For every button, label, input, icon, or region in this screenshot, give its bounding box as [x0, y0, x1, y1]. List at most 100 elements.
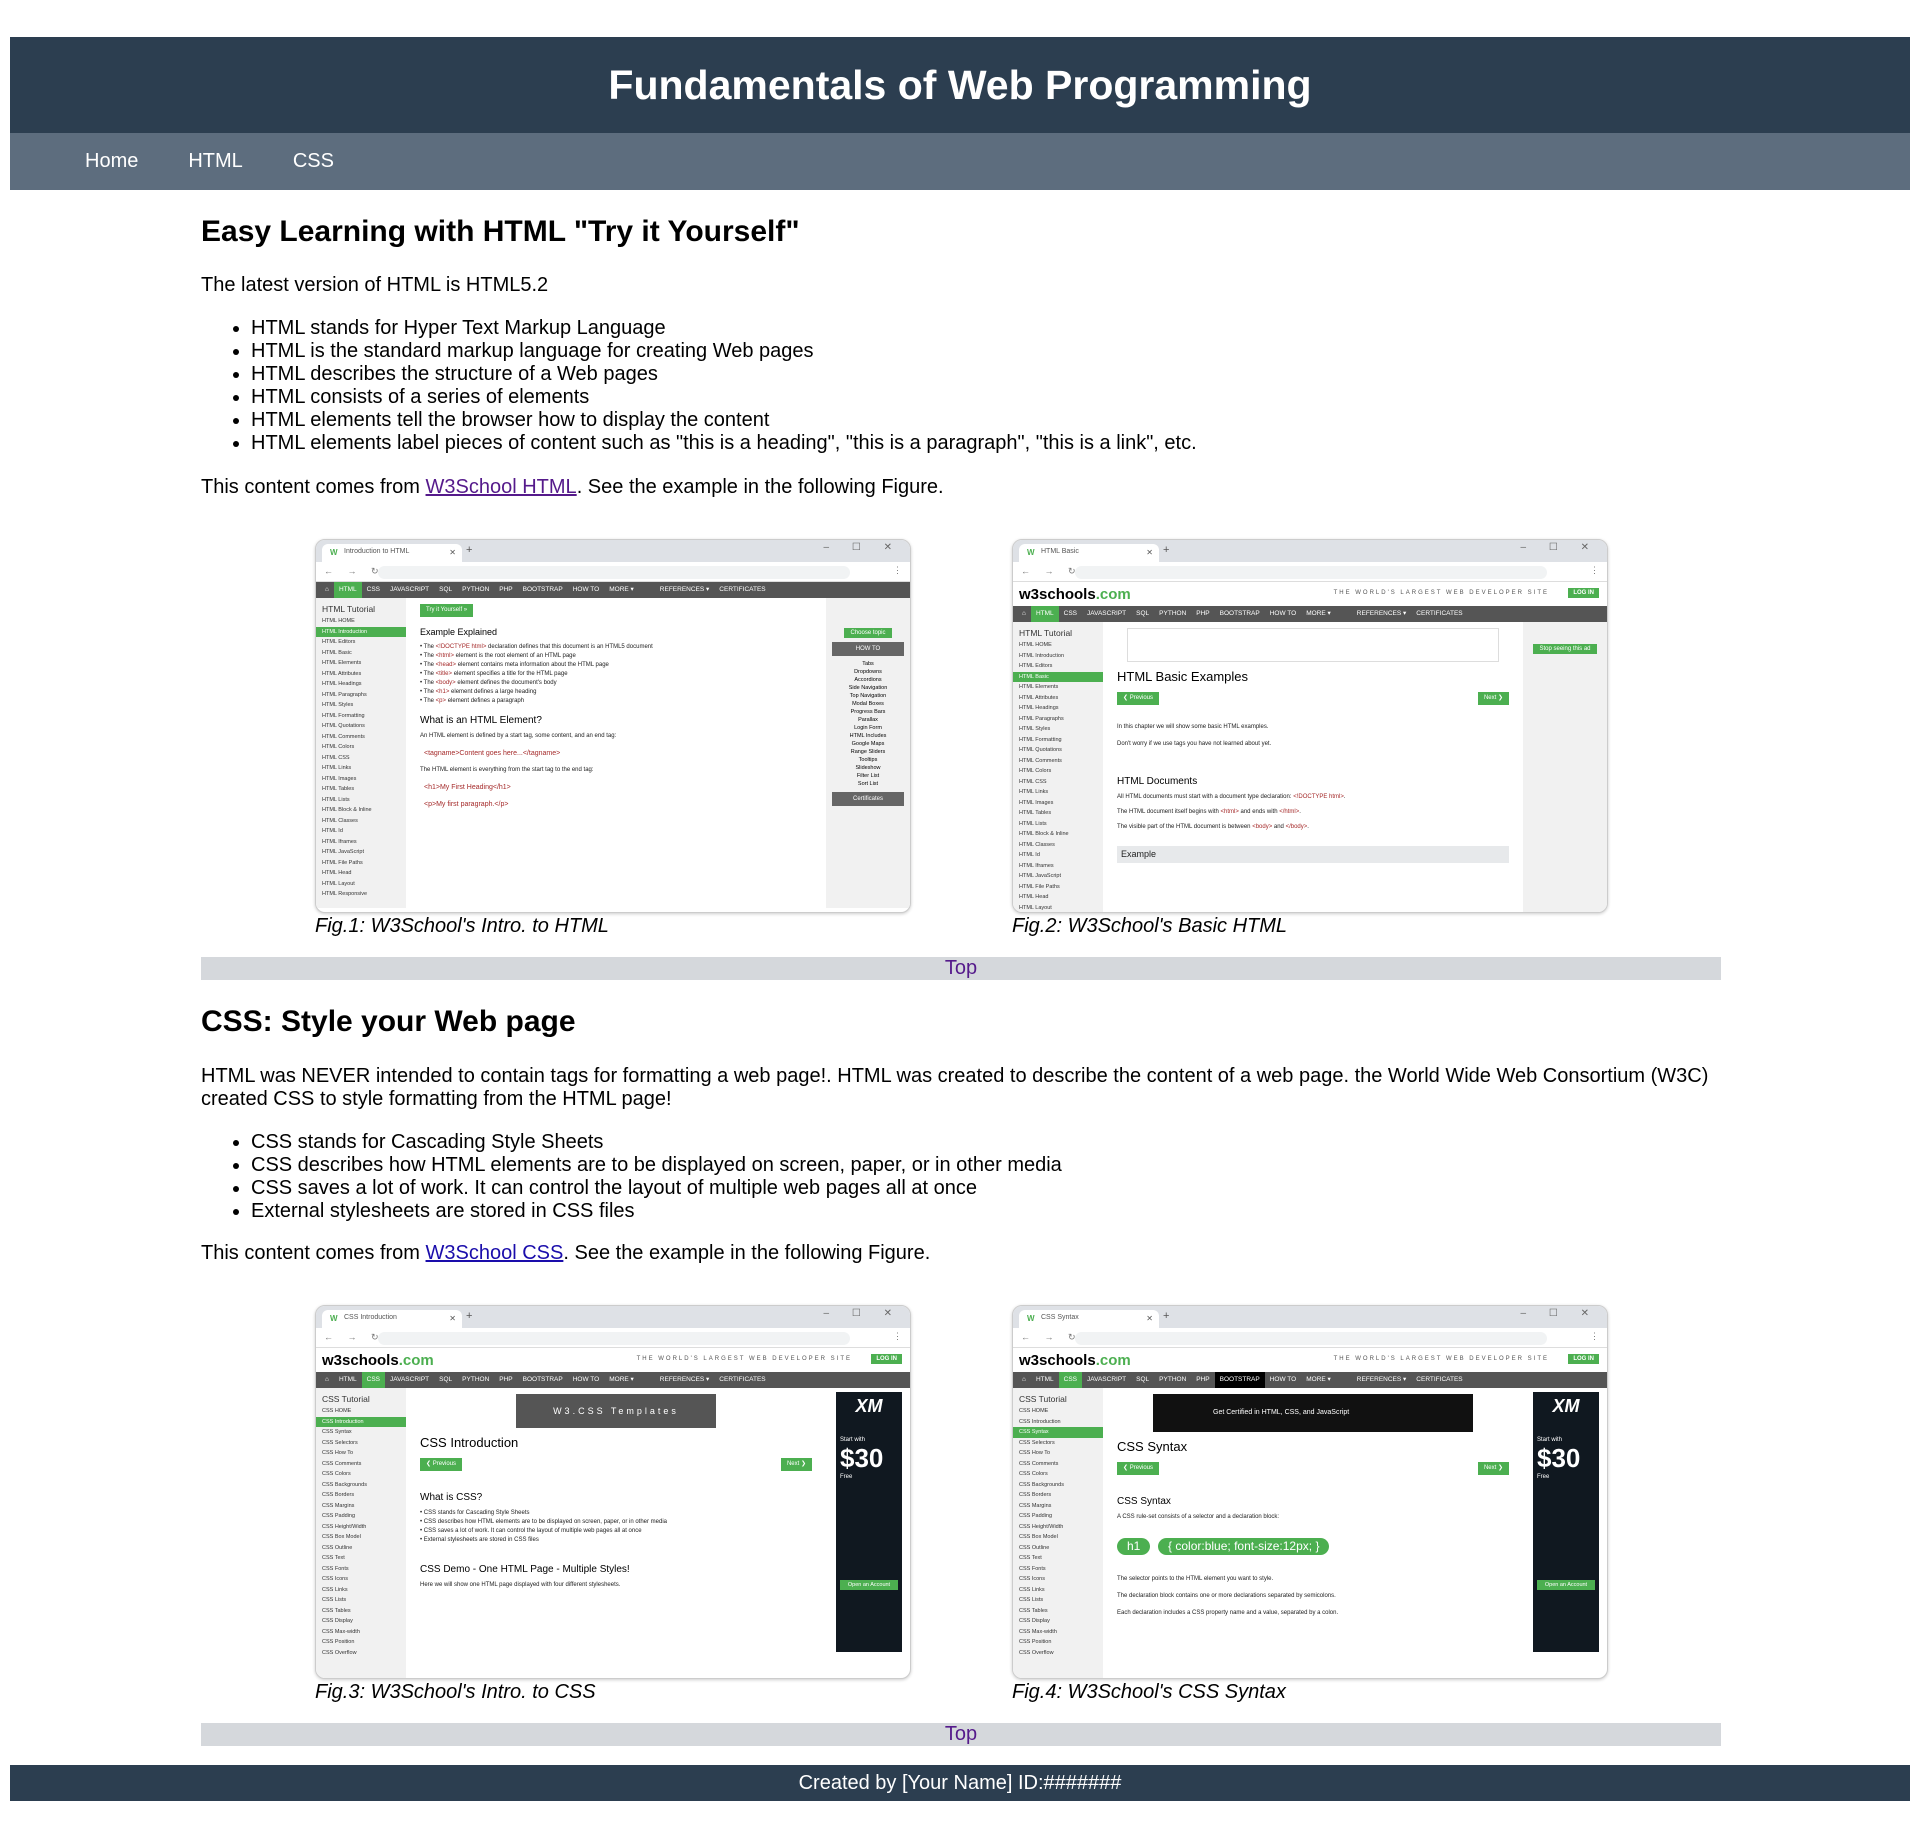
sidebar-item: CSS Max-width [1019, 1628, 1057, 1635]
sidebar-item: CSS How To [1019, 1450, 1051, 1456]
sidebar-item: CSS Max-width [322, 1628, 360, 1635]
css-bullet-list: CSS stands for Cascading Style Sheets CS… [201, 1131, 1062, 1223]
sidebar-item: CSS Tables [1019, 1607, 1048, 1614]
sidebar-item: CSS Backgrounds [322, 1481, 367, 1488]
howto-item: Modal Boxes [852, 701, 884, 707]
sidebar-item: CSS Overflow [1019, 1649, 1054, 1656]
css-intro-text: HTML was NEVER intended to contain tags … [201, 1065, 1709, 1110]
howto-item: Slideshow [855, 765, 881, 771]
sidebar-item: HTML CSS [322, 754, 350, 761]
sidebar-item: HTML Links [1019, 789, 1049, 795]
sidebar-item: CSS Backgrounds [1019, 1481, 1064, 1488]
sidebar-item: CSS Colors [1019, 1471, 1048, 1477]
sidebar-item: CSS HOME [322, 1408, 352, 1414]
sidebar-item: HTML Formatting [1019, 736, 1062, 743]
sidebar-item: CSS How To [322, 1450, 354, 1456]
certificates-box: Certificates [832, 792, 904, 806]
sidebar-item: HTML Paragraphs [322, 691, 367, 698]
source-prefix: This content comes from [201, 476, 426, 498]
nav-css-link[interactable]: CSS [293, 150, 334, 173]
sidebar-item: CSS Comments [1019, 1460, 1059, 1467]
css-source-text: This content comes from W3School CSS. Se… [201, 1242, 930, 1265]
fig1-caption: Fig.1: W3School's Intro. to HTML [315, 915, 609, 937]
howto-item: HTML Includes [849, 733, 887, 739]
source-prefix: This content comes from [201, 1242, 426, 1264]
sidebar-item: HTML Block & Inline [1019, 831, 1069, 837]
sidebar-item: CSS Borders [322, 1492, 355, 1498]
list-item: HTML is the standard markup language for… [251, 340, 1197, 363]
sidebar-item: CSS Fonts [322, 1565, 349, 1572]
w3school-css-link[interactable]: W3School CSS [426, 1242, 564, 1264]
list-item: CSS describes how HTML elements are to b… [251, 1154, 1062, 1177]
howto-item: Sort List [857, 781, 879, 787]
sidebar-item: CSS Display [1019, 1618, 1050, 1624]
sidebar-item: HTML JavaScript [322, 849, 364, 855]
figure-4: W CSS Syntax ✕ + – ☐ ✕ ← → ↻ ⋮ w3schools.com T… [1012, 1305, 1608, 1704]
list-item: External stylesheets are stored in CSS f… [251, 1200, 1062, 1223]
howto-item: Login Form [854, 725, 882, 731]
sidebar-item: CSS Height/Width [1019, 1523, 1064, 1530]
sidebar-item: HTML Comments [1019, 757, 1062, 764]
sidebar-item: CSS Fonts [1019, 1565, 1046, 1572]
nav-html-link[interactable]: HTML [188, 150, 242, 173]
sidebar-item: CSS Height/Width [322, 1523, 367, 1530]
sidebar-item: HTML Layout [322, 880, 355, 887]
sidebar-item: CSS Colors [322, 1471, 351, 1477]
sidebar-item: HTML Introduction [1019, 652, 1065, 659]
sidebar-item: CSS Syntax [1013, 1427, 1103, 1438]
sidebar-item: CSS Padding [322, 1513, 356, 1519]
sidebar-item: HTML Quotations [322, 723, 365, 729]
top-link[interactable]: Top [945, 1723, 977, 1745]
howto-item: Parallax [858, 717, 878, 723]
sidebar-item: CSS Padding [1019, 1513, 1053, 1519]
fig4-screenshot: W CSS Syntax ✕ + – ☐ ✕ ← → ↻ ⋮ w3schools.com T… [1012, 1305, 1608, 1679]
sidebar-item: CSS Introduction [1019, 1418, 1061, 1425]
top-link[interactable]: Top [945, 957, 977, 979]
sidebar-item: HTML Comments [322, 733, 365, 740]
figure-1: W Introduction to HTML ✕ + – ☐ ✕ ← → ↻ ⋮ ⌂ HTM… [315, 539, 911, 938]
figure-2: W HTML Basic ✕ + – ☐ ✕ ← → ↻ ⋮ w3schools.com T… [1012, 539, 1608, 938]
css-section-heading: CSS: Style your Web page [201, 1005, 576, 1038]
sidebar-item: HTML Basic [1013, 671, 1103, 682]
sidebar-item: HTML Links [322, 765, 352, 771]
list-item: HTML elements label pieces of content su… [251, 432, 1197, 455]
howto-item: Dropdowns [854, 669, 882, 675]
sidebar-item: HTML Classes [1019, 841, 1055, 848]
sidebar-item: HTML Basic [322, 649, 352, 656]
list-item: CSS stands for Cascading Style Sheets [251, 1131, 1062, 1154]
list-item: HTML consists of a series of elements [251, 386, 1197, 409]
sidebar-item: CSS Overflow [322, 1649, 357, 1656]
sidebar-item: HTML Id [322, 828, 343, 834]
html-section-heading: Easy Learning with HTML "Try it Yourself… [201, 215, 800, 248]
sidebar-item: HTML HOME [1019, 642, 1052, 648]
fig4-caption: Fig.4: W3School's CSS Syntax [1012, 1681, 1286, 1703]
sidebar-item: CSS Syntax [322, 1429, 352, 1435]
sidebar-item: HTML JavaScript [1019, 873, 1061, 879]
html-source-text: This content comes from W3School HTML. S… [201, 476, 944, 499]
sidebar-item: HTML Colors [322, 744, 355, 750]
sidebar-item: CSS Outline [322, 1544, 353, 1551]
sidebar-item: CSS Text [322, 1555, 345, 1561]
sidebar-item: CSS Introduction [316, 1416, 406, 1427]
sidebar-item: HTML Images [322, 775, 357, 782]
sidebar-item: CSS Box Model [1019, 1534, 1058, 1540]
sidebar-item: CSS Lists [322, 1597, 347, 1603]
fig2-screenshot: W HTML Basic ✕ + – ☐ ✕ ← → ↻ ⋮ w3schools.com T… [1012, 539, 1608, 913]
sidebar-item: HTML Introduction [316, 626, 406, 637]
sidebar-item: CSS Display [322, 1618, 353, 1624]
sidebar-item: HTML Quotations [1019, 747, 1062, 753]
top-bar-2: Top [201, 1723, 1721, 1746]
sidebar-item: HTML Classes [322, 817, 358, 824]
howto-item: Progress Bars [850, 709, 886, 715]
w3school-html-link[interactable]: W3School HTML [426, 476, 577, 498]
sidebar-item: CSS Text [1019, 1555, 1042, 1561]
sidebar-item: HTML Head [322, 870, 352, 876]
nav-home-link[interactable]: Home [85, 150, 138, 173]
sidebar-item: CSS Comments [322, 1460, 362, 1467]
howto-item: Tooltips [858, 757, 878, 763]
sidebar-item: HTML Layout [1019, 904, 1052, 911]
sidebar-item: HTML Tables [1019, 810, 1052, 816]
top-bar-1: Top [201, 957, 1721, 980]
site-title: Fundamentals of Web Programming [608, 61, 1312, 108]
sidebar-item: HTML Iframes [322, 838, 357, 845]
